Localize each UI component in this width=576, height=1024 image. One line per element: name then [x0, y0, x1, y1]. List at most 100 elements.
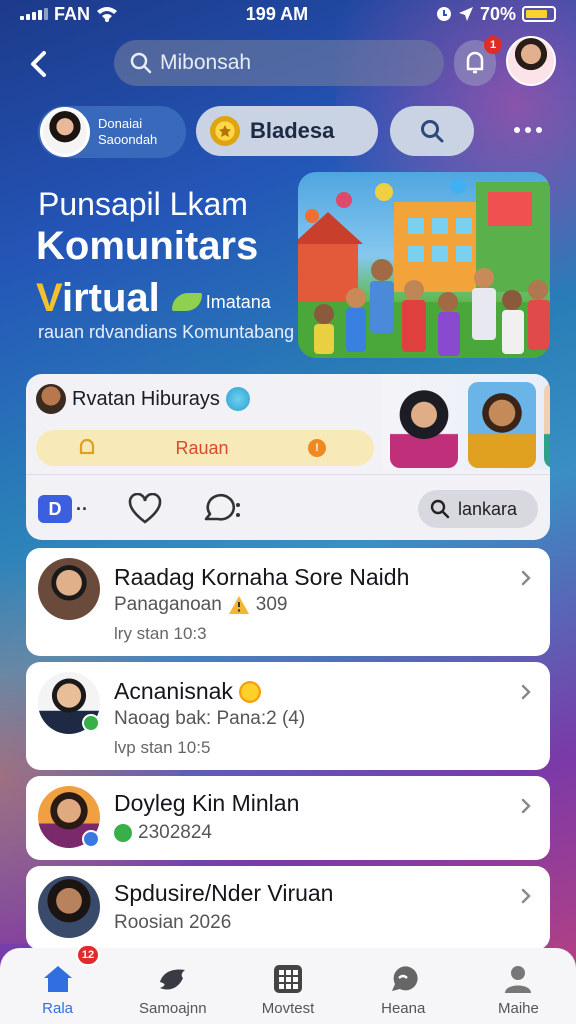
tab-messages[interactable]: Heana — [346, 948, 461, 1024]
avatar — [36, 384, 66, 414]
chevron-right-icon — [521, 888, 531, 904]
conversation-list: Raadag Kornaha Sore Naidh Panaganoan 309… — [26, 548, 550, 956]
chevron-right-icon — [521, 798, 531, 814]
bell-icon — [466, 51, 484, 74]
tab-grid[interactable]: Movtest — [230, 948, 345, 1024]
alarm-icon — [436, 7, 451, 21]
tab-label: Heana — [381, 1000, 426, 1017]
battery-icon — [521, 6, 556, 22]
item-title: Doyleg Kin Minlan — [114, 790, 300, 816]
chips-row: Donaiai Saoondah Bladesa — [0, 104, 576, 160]
globe-icon — [225, 387, 250, 411]
tab-social[interactable]: Samoajnn — [115, 948, 230, 1024]
community-title: Rvatan Hiburays — [72, 387, 220, 410]
back-button[interactable] — [22, 46, 54, 82]
chevron-right-icon — [521, 684, 531, 700]
dot-icon — [525, 127, 531, 133]
tab-label: Maihe — [497, 1000, 539, 1017]
top-bar: 1 — [0, 36, 576, 92]
badge-chip[interactable]: Bladesa — [196, 106, 378, 156]
wifi-icon — [97, 7, 117, 22]
signal-icon — [20, 8, 48, 20]
member-photo — [468, 382, 536, 468]
profile-chip-line1: Donaiai — [98, 116, 143, 131]
app-logo-icon: D — [38, 495, 72, 523]
hero-title-accent: V — [36, 276, 62, 320]
search-input[interactable] — [160, 51, 420, 75]
notifications-button[interactable]: 1 — [454, 36, 502, 86]
medal-icon — [210, 116, 240, 146]
profile-avatar[interactable] — [506, 36, 556, 86]
app-shortcut-button[interactable]: D ·· — [38, 495, 88, 523]
comment-button[interactable] — [202, 493, 246, 525]
tab-profile[interactable]: Maihe — [461, 948, 576, 1024]
more-options-button[interactable] — [508, 118, 548, 142]
list-item[interactable]: Raadag Kornaha Sore Naidh Panaganoan 309… — [26, 548, 550, 656]
search-icon — [130, 52, 152, 74]
item-title-text: Acnanisnak — [114, 678, 233, 704]
item-subtitle-text: Panaganoan — [114, 594, 222, 615]
community-search-label: lankara — [458, 498, 518, 519]
status-left: FAN — [20, 4, 118, 25]
item-subtitle: Panaganoan 309 — [114, 594, 287, 616]
heart-icon — [128, 493, 162, 524]
chevron-right-icon — [521, 570, 531, 586]
leaf-icon — [171, 293, 202, 311]
status-right: 70% — [436, 4, 556, 25]
notification-badge: 1 — [484, 36, 502, 54]
clock: 199 AM — [245, 3, 309, 24]
item-meta: lvp stan 10:5 — [114, 738, 211, 757]
search-icon — [421, 120, 444, 143]
chat-bubble-icon — [114, 824, 132, 842]
tab-label: Movtest — [261, 1000, 315, 1017]
community-card[interactable]: Rvatan Hiburays Rauan ! D ·· lankara — [26, 374, 550, 540]
chat-bubble-icon — [204, 494, 240, 521]
hero-illustration[interactable] — [298, 172, 550, 358]
hero-subtitle: rauan rdvandians Komuntabang — [38, 322, 295, 342]
person-icon — [501, 962, 535, 996]
sun-icon — [238, 680, 261, 703]
bottom-navigation: Rala 12 Samoajnn Movtest Heana Maihe — [0, 944, 576, 1024]
profile-chip-line2: Saoondah — [98, 132, 158, 147]
item-title: Spdusire/Nder Viruan — [114, 880, 334, 906]
hero-title-rest: irtual — [61, 276, 160, 320]
profile-chip-text: Donaiai Saoondah — [98, 116, 157, 148]
like-button[interactable] — [128, 493, 162, 525]
grid-icon — [271, 962, 305, 996]
hero-title-line3: Virtual Imatana — [36, 276, 271, 321]
list-item[interactable]: Spdusire/Nder Viruan Roosian 2026 — [26, 866, 550, 950]
search-bar[interactable] — [114, 40, 444, 86]
dot-icon — [514, 127, 520, 133]
member-photos — [382, 374, 550, 470]
search-icon — [430, 499, 450, 519]
avatar — [38, 558, 100, 620]
dot-icon — [536, 127, 542, 133]
info-icon: ! — [307, 439, 326, 457]
member-photo — [544, 382, 550, 468]
tab-badge: 12 — [76, 944, 100, 966]
tab-home[interactable]: Rala 12 — [0, 944, 115, 1024]
tab-label: Rala — [42, 1000, 74, 1017]
hero-title-line1: Punsapil Lkam — [38, 186, 248, 222]
community-action-pill[interactable]: Rauan ! — [36, 430, 374, 466]
list-item[interactable]: Doyleg Kin Minlan 2302824 — [26, 776, 550, 860]
hero-tag-label: Imatana — [205, 291, 271, 312]
item-title: Acnanisnak — [114, 678, 261, 705]
warning-icon — [228, 596, 249, 614]
item-title: Raadag Kornaha Sore Naidh — [114, 564, 410, 590]
hero-tag: Imatana — [171, 291, 271, 313]
home-icon — [41, 962, 75, 996]
profile-chip[interactable]: Donaiai Saoondah — [38, 106, 186, 158]
online-badge — [82, 714, 100, 732]
status-bar: FAN 199 AM 70% — [0, 0, 576, 28]
divider — [26, 474, 550, 475]
badge-chip-label: Bladesa — [250, 118, 335, 143]
ellipsis-icon: ·· — [76, 498, 88, 519]
search-chip[interactable] — [390, 106, 474, 156]
tab-label: Samoajnn — [139, 1000, 207, 1017]
hero-title-line2: Komunitars — [36, 224, 259, 268]
item-subtitle: 2302824 — [114, 822, 212, 844]
list-item[interactable]: Acnanisnak Naoag bak: Pana:2 (4) lvp sta… — [26, 662, 550, 770]
community-search-button[interactable]: lankara — [418, 490, 538, 528]
item-subtitle: Roosian 2026 — [114, 912, 232, 933]
